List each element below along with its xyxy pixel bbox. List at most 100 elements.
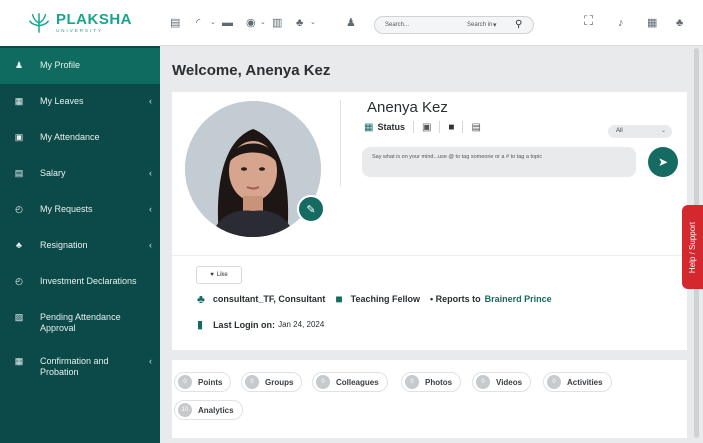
image-icon: ▣ (421, 121, 432, 133)
search-input[interactable]: Search... Search in ▾ ⚲ (374, 16, 534, 34)
sidebar-item-salary[interactable]: ▤ Salary ‹ (0, 156, 160, 192)
stat-label: Videos (496, 377, 523, 387)
request-icon: ◴ (15, 204, 23, 214)
sidebar-item-label: Salary (40, 168, 66, 178)
tab-photo[interactable]: ▣ (414, 121, 441, 133)
edit-photo-button[interactable]: ✎ (297, 195, 325, 223)
folder-icon[interactable]: ▬ (222, 17, 233, 29)
stat-count: 0 (476, 375, 490, 389)
info-icon[interactable]: ◉ (246, 17, 256, 29)
stat-groups[interactable]: 0 Groups (241, 372, 303, 392)
stat-count: 10 (178, 403, 192, 417)
user-remove-icon: ♣ (16, 240, 22, 250)
chevron-left-icon: ‹ (149, 240, 152, 250)
tab-status-label: Status (377, 122, 405, 132)
stat-label: Activities (567, 377, 603, 387)
stat-count: 0 (178, 375, 192, 389)
logo-icon (29, 13, 49, 33)
stat-label: Groups (265, 377, 294, 387)
calendar-icon: ▤ (471, 121, 481, 133)
investment-icon: ◴ (15, 276, 23, 286)
brand-sub: UNIVERSITY (55, 28, 103, 34)
sidebar-item-label: My Requests (40, 204, 93, 214)
scan-icon[interactable]: ⛶ (584, 14, 593, 27)
person-icon[interactable]: ♟ (346, 17, 356, 29)
stat-label: Analytics (198, 405, 234, 415)
briefcase-icon: ■ (335, 292, 343, 306)
sidebar-item-resignation[interactable]: ♣ Resignation ‹ (0, 228, 160, 264)
sidebar-item-my-attendance[interactable]: ▣ My Attendance (0, 120, 160, 156)
stat-colleagues[interactable]: 0 Colleagues (312, 372, 388, 392)
audience-select[interactable]: All ⌄ (608, 125, 672, 138)
chevron-left-icon: ‹ (149, 356, 152, 366)
top-bar: ▤ ◜ ⌄ ▬ ◉ ⌄ ▥ ♣ ⌄ ♟ Search... Search in … (160, 0, 703, 46)
team-icon[interactable]: ♣ (676, 17, 683, 29)
bell-icon[interactable]: ♪ (618, 17, 624, 29)
sidebar-item-my-leaves[interactable]: ▦ My Leaves ‹ (0, 84, 160, 120)
tab-video[interactable]: ■ (440, 121, 464, 133)
stat-count: 0 (245, 375, 259, 389)
chevron-down-icon[interactable]: ⌄ (310, 17, 316, 29)
chart-icon[interactable]: ▥ (272, 17, 282, 29)
sidebar-item-pending-attendance-approval[interactable]: ▨ Pending Attendance Approval (0, 300, 160, 346)
calendar-icon[interactable]: ▦ (647, 17, 657, 29)
reports-to-label: • Reports to (429, 294, 481, 304)
person-icon: ♟ (14, 60, 24, 70)
rss-icon[interactable]: ◜ (196, 17, 200, 29)
stat-count: 0 (547, 375, 561, 389)
chevron-left-icon: ‹ (149, 204, 152, 214)
stat-count: 0 (405, 375, 419, 389)
send-post-button[interactable]: ➤ (648, 147, 678, 177)
sidebar-item-my-requests[interactable]: ◴ My Requests ‹ (0, 192, 160, 228)
help-support-label: Help / Support (688, 221, 698, 273)
sidebar-item-investment-declarations[interactable]: ◴ Investment Declarations (0, 264, 160, 300)
post-composer-input[interactable]: Say what is on your mind...use @ to tag … (362, 147, 636, 177)
profile-designation: Teaching Fellow (350, 294, 420, 304)
help-support-tab[interactable]: Help / Support (682, 205, 703, 289)
chevron-left-icon: ‹ (149, 168, 152, 178)
stat-points[interactable]: 0 Points (174, 372, 232, 392)
lock-icon: ▮ (197, 319, 204, 331)
chevron-down-icon[interactable]: ⌄ (260, 17, 266, 29)
sidebar-item-my-profile[interactable]: ♟ My Profile (0, 48, 160, 84)
stat-count: 0 (316, 375, 330, 389)
stat-analytics[interactable]: 10 Analytics (174, 400, 243, 420)
users-icon: ♣ (197, 292, 205, 306)
org-icon[interactable]: ♣ (296, 17, 303, 29)
stat-label: Photos (425, 377, 453, 387)
brand-logo[interactable]: PLAKSHA UNIVERSITY (0, 0, 160, 46)
sidebar-item-label: My Attendance (40, 132, 100, 142)
stat-photos[interactable]: 0 Photos (401, 372, 462, 392)
like-label: Like (216, 272, 228, 278)
sidebar: PLAKSHA UNIVERSITY ♟ My Profile ▦ My Lea… (0, 0, 160, 443)
send-icon: ➤ (657, 155, 669, 169)
sidebar-item-label: My Leaves (40, 96, 84, 106)
calendar-check-icon: ▣ (14, 132, 24, 142)
brand-name: PLAKSHA (55, 11, 132, 29)
grid-icon: ▦ (364, 121, 374, 133)
chevron-down-icon[interactable]: ▾ (493, 21, 497, 29)
stat-label: Points (198, 377, 223, 387)
sidebar-item-confirmation-and-probation[interactable]: ▦ Confirmation and Probation ‹ (0, 346, 160, 386)
page-title: Welcome, Anenya Kez (172, 62, 331, 79)
money-icon: ▤ (14, 168, 24, 178)
like-button[interactable]: ♥ Like (196, 266, 242, 284)
pencil-icon: ✎ (306, 203, 316, 216)
search-icon[interactable]: ⚲ (515, 19, 522, 30)
id-card-icon[interactable]: ▤ (170, 17, 180, 29)
profile-role: consultant_TF, Consultant (212, 294, 326, 304)
sidebar-item-label: Resignation (40, 240, 88, 250)
tab-event[interactable]: ▤ (463, 121, 488, 133)
approval-icon: ▨ (14, 312, 24, 322)
search-in-select[interactable]: Search in (467, 22, 492, 28)
stat-videos[interactable]: 0 Videos (472, 372, 532, 392)
sidebar-nav: ♟ My Profile ▦ My Leaves ‹ ▣ My Attendan… (0, 48, 160, 386)
chevron-down-icon[interactable]: ⌄ (210, 17, 216, 29)
sidebar-item-label: Investment Declarations (40, 276, 137, 286)
profile-info-row: ♣ consultant_TF, Consultant ■ Teaching F… (197, 292, 552, 306)
tab-status[interactable]: ▦ Status (364, 121, 414, 133)
post-type-tabs: ▦ Status ▣ ■ ▤ (364, 121, 489, 133)
stat-activities[interactable]: 0 Activities (543, 372, 612, 392)
last-login-label: Last Login on: (213, 319, 276, 330)
reports-to-link[interactable]: Brainerd Prince (485, 294, 552, 304)
